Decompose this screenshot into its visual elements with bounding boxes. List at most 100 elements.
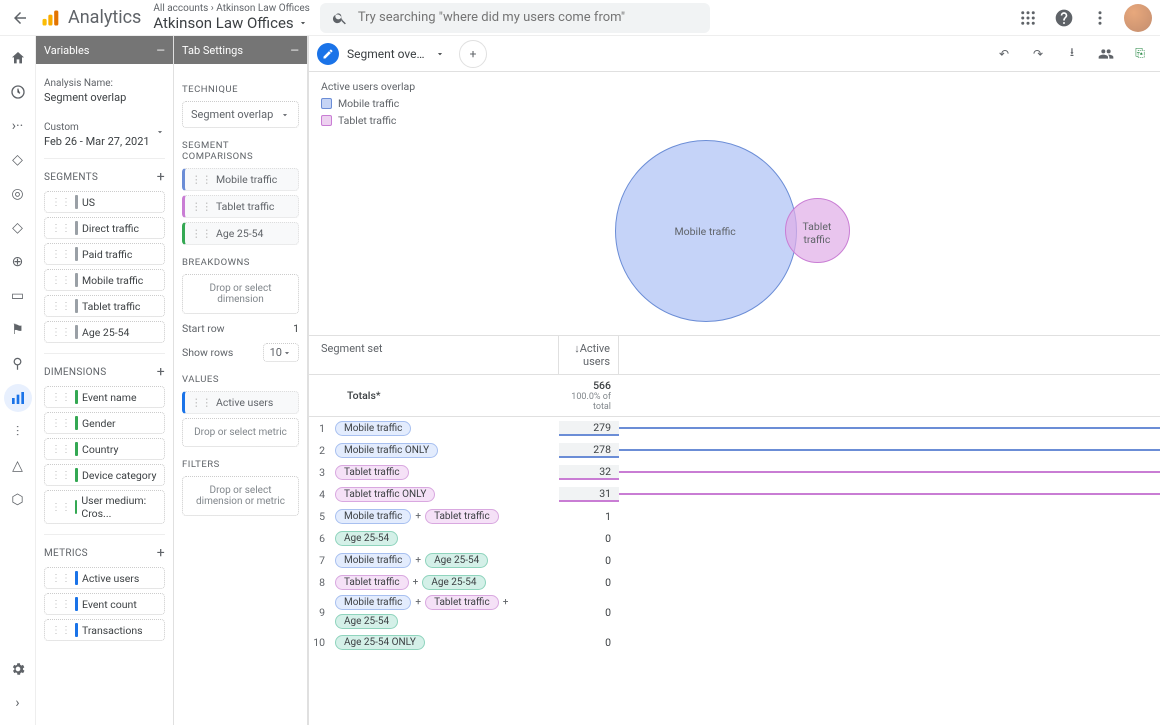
segment-chip[interactable]: ⋮⋮Tablet traffic [44, 295, 165, 317]
redo-icon[interactable]: ↷ [1026, 42, 1050, 66]
more-icon[interactable] [1088, 6, 1112, 30]
legend-item: Mobile traffic [321, 97, 1148, 110]
breakdowns-label: BREAKDOWNS [182, 257, 299, 268]
startrow-input[interactable] [259, 322, 299, 335]
table-row[interactable]: 9Mobile traffic+Tablet traffic+Age 25-54… [309, 593, 1160, 631]
breadcrumb: All accounts › Atkinson Law Offices [153, 3, 309, 14]
venn-label-tablet: Tablet traffic [803, 220, 832, 246]
export-icon[interactable]: ⎘ [1128, 42, 1152, 66]
table-row[interactable]: 1Mobile traffic279 [309, 417, 1160, 439]
segment-chip[interactable]: ⋮⋮US [44, 191, 165, 213]
help-icon[interactable] [1052, 6, 1076, 30]
caret-down-icon [435, 49, 445, 59]
caret-down-icon [282, 348, 292, 358]
download-icon[interactable]: ⭳ [1060, 42, 1084, 66]
filters-drop[interactable]: Drop or select dimension or metric [182, 476, 299, 516]
nav-item-9[interactable]: ⚑ [4, 316, 32, 344]
data-table: Segment set ↓Active users Totals* 566 10… [309, 335, 1160, 653]
caret-down-icon [280, 110, 290, 120]
filters-label: FILTERS [182, 459, 299, 470]
nav-item-5[interactable]: ◎ [4, 180, 32, 208]
add-tab-button[interactable]: + [459, 40, 487, 68]
nav-collapse[interactable]: › [4, 689, 32, 717]
nav-item-14[interactable]: ⬡ [4, 486, 32, 514]
avatar[interactable] [1124, 4, 1152, 32]
technique-select[interactable]: Segment overlap [182, 101, 299, 128]
nav-item-10[interactable]: ⚲ [4, 350, 32, 378]
caret-down-icon [155, 127, 165, 137]
table-row[interactable]: 7Mobile traffic+Age 25-540 [309, 549, 1160, 571]
nav-realtime[interactable] [4, 78, 32, 106]
totals-label: Totals* [331, 387, 559, 404]
table-row[interactable]: 3Tablet traffic32 [309, 461, 1160, 483]
dimension-chip[interactable]: ⋮⋮Device category [44, 464, 165, 486]
metric-chip[interactable]: ⋮⋮Transactions [44, 619, 165, 641]
nav-explore[interactable] [4, 384, 32, 412]
metrics-label: METRICS [44, 548, 88, 559]
legend-item: Tablet traffic [321, 114, 1148, 127]
col-segment-set[interactable]: Segment set [309, 336, 559, 374]
logo: Analytics [40, 7, 141, 28]
table-row[interactable]: 2Mobile traffic ONLY278 [309, 439, 1160, 461]
search-icon [332, 10, 348, 26]
nav-item-12[interactable]: ⫶ [4, 418, 32, 446]
values-drop[interactable]: Drop or select metric [182, 418, 299, 447]
date-range-picker[interactable]: Custom Feb 26 - Mar 27, 2021 [44, 112, 165, 152]
segment-chip[interactable]: ⋮⋮Paid traffic [44, 243, 165, 265]
add-segment-button[interactable]: + [157, 169, 165, 185]
table-row[interactable]: 10Age 25-54 ONLY0 [309, 631, 1160, 653]
collapse-icon[interactable]: — [156, 44, 165, 57]
venn-label-mobile: Mobile traffic [675, 225, 736, 238]
tab-settings-title: Tab Settings [182, 44, 243, 57]
totals-pct: 100.0% of total [559, 392, 611, 412]
segcomp-chip[interactable]: ⋮⋮Tablet traffic [182, 195, 299, 218]
venn-title: Active users overlap [321, 80, 1148, 93]
dimension-chip[interactable]: ⋮⋮Event name [44, 386, 165, 408]
value-chip[interactable]: ⋮⋮Active users [182, 391, 299, 414]
nav-item-4[interactable]: ◇ [4, 146, 32, 174]
add-metric-button[interactable]: + [157, 545, 165, 561]
add-dimension-button[interactable]: + [157, 364, 165, 380]
share-icon[interactable] [1094, 42, 1118, 66]
metric-chip[interactable]: ⋮⋮Event count [44, 593, 165, 615]
segment-chip[interactable]: ⋮⋮Mobile traffic [44, 269, 165, 291]
analytics-icon [40, 8, 60, 28]
segcomp-chip[interactable]: ⋮⋮Mobile traffic [182, 168, 299, 191]
nav-admin[interactable] [4, 655, 32, 683]
apps-icon[interactable] [1016, 6, 1040, 30]
metric-chip[interactable]: ⋮⋮Active users [44, 567, 165, 589]
variables-title: Variables [44, 44, 90, 57]
showrows-select[interactable]: 10 [263, 343, 299, 362]
nav-item-8[interactable]: ▭ [4, 282, 32, 310]
caret-down-icon [298, 18, 308, 28]
table-row[interactable]: 5Mobile traffic+Tablet traffic1 [309, 505, 1160, 527]
nav-item-6[interactable]: ◇ [4, 214, 32, 242]
segment-chip[interactable]: ⋮⋮Direct traffic [44, 217, 165, 239]
nav-item-13[interactable]: △ [4, 452, 32, 480]
venn-diagram: Mobile traffic Tablet traffic [309, 135, 1160, 335]
col-active-users[interactable]: ↓Active users [559, 336, 619, 374]
showrows-label: Show rows [182, 346, 233, 359]
dimension-chip[interactable]: ⋮⋮User medium: Cros... [44, 490, 165, 524]
nav-item-7[interactable]: ⊕ [4, 248, 32, 276]
dimension-chip[interactable]: ⋮⋮Gender [44, 412, 165, 434]
account-selector[interactable]: All accounts › Atkinson Law Offices Atki… [153, 3, 309, 32]
search-input[interactable] [358, 10, 698, 25]
edit-icon [317, 43, 339, 65]
search-box[interactable] [320, 3, 710, 33]
segment-chip[interactable]: ⋮⋮Age 25-54 [44, 321, 165, 343]
analysis-name[interactable]: Segment overlap [44, 91, 165, 104]
nav-item-3[interactable]: ›·· [4, 112, 32, 140]
breakdowns-drop[interactable]: Drop or select dimension [182, 274, 299, 314]
dimensions-label: DIMENSIONS [44, 367, 106, 378]
back-button[interactable] [8, 6, 32, 30]
table-row[interactable]: 8Tablet traffic+Age 25-540 [309, 571, 1160, 593]
nav-home[interactable] [4, 44, 32, 72]
dimension-chip[interactable]: ⋮⋮Country [44, 438, 165, 460]
table-row[interactable]: 4Tablet traffic ONLY31 [309, 483, 1160, 505]
segcomp-chip[interactable]: ⋮⋮Age 25-54 [182, 222, 299, 245]
tab-segment-overlap[interactable]: Segment overl... [317, 43, 445, 65]
undo-icon[interactable]: ↶ [992, 42, 1016, 66]
collapse-icon[interactable]: — [290, 44, 299, 57]
table-row[interactable]: 6Age 25-540 [309, 527, 1160, 549]
